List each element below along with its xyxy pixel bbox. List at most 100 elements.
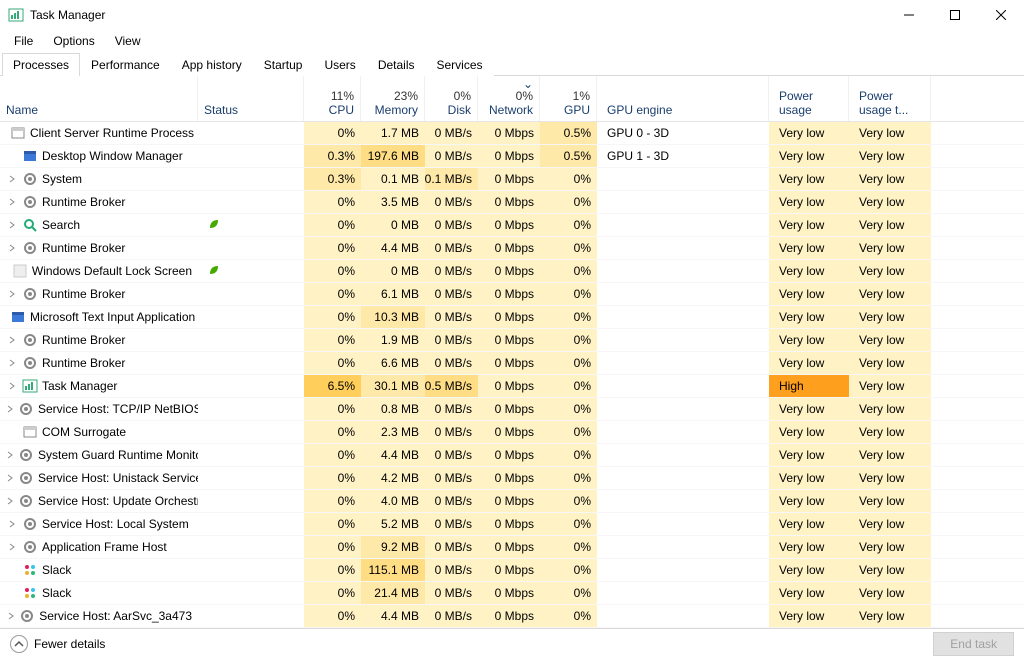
process-row[interactable]: Service Host: TCP/IP NetBIOS H...0%0.8 M… (0, 398, 1024, 421)
cpu-cell: 0% (304, 398, 361, 420)
expand-icon[interactable] (6, 244, 18, 252)
expand-icon[interactable] (6, 612, 15, 620)
tab-performance[interactable]: Performance (80, 53, 171, 76)
process-row[interactable]: Service Host: Unistack Service G...0%4.2… (0, 467, 1024, 490)
network-cell: 0 Mbps (478, 582, 540, 604)
process-row[interactable]: Runtime Broker0%6.6 MB0 MB/s0 Mbps0%Very… (0, 352, 1024, 375)
expand-icon[interactable] (6, 175, 18, 183)
process-row[interactable]: Client Server Runtime Process0%1.7 MB0 M… (0, 122, 1024, 145)
power-trend-cell: Very low (849, 467, 931, 489)
tab-services[interactable]: Services (426, 53, 494, 76)
process-row[interactable]: Microsoft Text Input Application0%10.3 M… (0, 306, 1024, 329)
fewer-details-toggle[interactable]: Fewer details (10, 635, 105, 653)
power-trend-cell: Very low (849, 306, 931, 328)
expand-icon[interactable] (6, 520, 18, 528)
menu-view[interactable]: View (107, 32, 149, 50)
col-gpu[interactable]: 1%GPU (540, 76, 597, 121)
process-row[interactable]: Service Host: Local System0%5.2 MB0 MB/s… (0, 513, 1024, 536)
gpu-cell: 0% (540, 559, 597, 581)
gpu-cell: 0% (540, 398, 597, 420)
process-row[interactable]: Runtime Broker0%3.5 MB0 MB/s0 Mbps0%Very… (0, 191, 1024, 214)
network-cell: 0 Mbps (478, 513, 540, 535)
col-status[interactable]: Status (198, 76, 304, 121)
expand-icon[interactable] (6, 198, 18, 206)
close-button[interactable] (978, 0, 1024, 30)
gpu-cell: 0.5% (540, 145, 597, 167)
expand-icon[interactable] (6, 382, 18, 390)
expand-icon[interactable] (6, 497, 14, 505)
expand-icon[interactable] (6, 451, 14, 459)
process-icon (22, 355, 38, 371)
sort-indicator-icon: ⌄ (523, 77, 533, 91)
process-name: Task Manager (42, 379, 117, 393)
process-icon (22, 148, 38, 164)
process-row[interactable]: Service Host: Update Orchestrat...0%4.0 … (0, 490, 1024, 513)
power-trend-cell: Very low (849, 214, 931, 236)
network-cell: 0 Mbps (478, 260, 540, 282)
status-cell (198, 490, 304, 512)
expand-icon[interactable] (6, 336, 18, 344)
col-disk[interactable]: 0%Disk (425, 76, 478, 121)
disk-cell: 0 MB/s (425, 444, 478, 466)
tab-details[interactable]: Details (367, 53, 426, 76)
gpu-cell: 0% (540, 582, 597, 604)
expand-icon[interactable] (6, 221, 18, 229)
process-row[interactable]: Slack0%115.1 MB0 MB/s0 Mbps0%Very lowVer… (0, 559, 1024, 582)
col-cpu[interactable]: 11%CPU (304, 76, 361, 121)
process-row[interactable]: COM Surrogate0%2.3 MB0 MB/s0 Mbps0%Very … (0, 421, 1024, 444)
process-row[interactable]: Application Frame Host0%9.2 MB0 MB/s0 Mb… (0, 536, 1024, 559)
process-row[interactable]: Windows Default Lock Screen0%0 MB0 MB/s0… (0, 260, 1024, 283)
menu-file[interactable]: File (6, 32, 41, 50)
col-power-usage[interactable]: Power usage (769, 76, 849, 121)
end-task-button[interactable]: End task (933, 632, 1014, 656)
cpu-cell: 0% (304, 605, 361, 627)
process-row[interactable]: System0.3%0.1 MB0.1 MB/s0 Mbps0%Very low… (0, 168, 1024, 191)
expand-icon[interactable] (6, 359, 18, 367)
process-name: System Guard Runtime Monitor... (38, 448, 198, 462)
expand-icon[interactable] (6, 474, 14, 482)
process-row[interactable]: System Guard Runtime Monitor...0%4.4 MB0… (0, 444, 1024, 467)
cpu-cell: 0% (304, 283, 361, 305)
col-name[interactable]: Name (0, 76, 198, 121)
tab-users[interactable]: Users (313, 53, 366, 76)
minimize-button[interactable] (886, 0, 932, 30)
column-headers: Name Status 11%CPU 23%Memory 0%Disk 0%Ne… (0, 76, 1024, 122)
process-row[interactable]: Search0%0 MB0 MB/s0 Mbps0%Very lowVery l… (0, 214, 1024, 237)
power-cell: Very low (769, 582, 849, 604)
menu-options[interactable]: Options (45, 32, 102, 50)
process-row[interactable]: Desktop Window Manager0.3%197.6 MB0 MB/s… (0, 145, 1024, 168)
tab-app-history[interactable]: App history (171, 53, 253, 76)
gpu-cell: 0% (540, 168, 597, 190)
process-row[interactable]: Task Manager6.5%30.1 MB0.5 MB/s0 Mbps0%H… (0, 375, 1024, 398)
expand-icon[interactable] (6, 543, 18, 551)
memory-cell: 0 MB (361, 260, 425, 282)
process-icon (10, 309, 26, 325)
process-row[interactable]: Runtime Broker0%1.9 MB0 MB/s0 Mbps0%Very… (0, 329, 1024, 352)
maximize-button[interactable] (932, 0, 978, 30)
process-row[interactable]: Service Host: AarSvc_3a4730%4.4 MB0 MB/s… (0, 605, 1024, 628)
cpu-cell: 0.3% (304, 145, 361, 167)
memory-cell: 6.1 MB (361, 283, 425, 305)
disk-cell: 0 MB/s (425, 191, 478, 213)
col-gpu-engine[interactable]: GPU engine (597, 76, 769, 121)
power-cell: Very low (769, 145, 849, 167)
tab-processes[interactable]: Processes (2, 53, 80, 76)
gpu-engine-cell (597, 467, 769, 489)
process-row[interactable]: Runtime Broker0%4.4 MB0 MB/s0 Mbps0%Very… (0, 237, 1024, 260)
col-power-trend[interactable]: Power usage t... (849, 76, 931, 121)
expand-icon[interactable] (6, 290, 18, 298)
gpu-cell: 0.5% (540, 122, 597, 144)
expand-icon[interactable] (6, 405, 14, 413)
disk-cell: 0.1 MB/s (425, 168, 478, 190)
power-trend-cell: Very low (849, 375, 931, 397)
process-row[interactable]: Runtime Broker0%6.1 MB0 MB/s0 Mbps0%Very… (0, 283, 1024, 306)
process-name: Desktop Window Manager (42, 149, 183, 163)
process-rows[interactable]: Client Server Runtime Process0%1.7 MB0 M… (0, 122, 1024, 628)
status-cell (198, 421, 304, 443)
col-network[interactable]: 0%Network⌄ (478, 76, 540, 121)
tab-startup[interactable]: Startup (253, 53, 314, 76)
process-row[interactable]: Slack0%21.4 MB0 MB/s0 Mbps0%Very lowVery… (0, 582, 1024, 605)
process-name-cell: Service Host: AarSvc_3a473 (0, 605, 198, 627)
memory-cell: 1.9 MB (361, 329, 425, 351)
col-memory[interactable]: 23%Memory (361, 76, 425, 121)
